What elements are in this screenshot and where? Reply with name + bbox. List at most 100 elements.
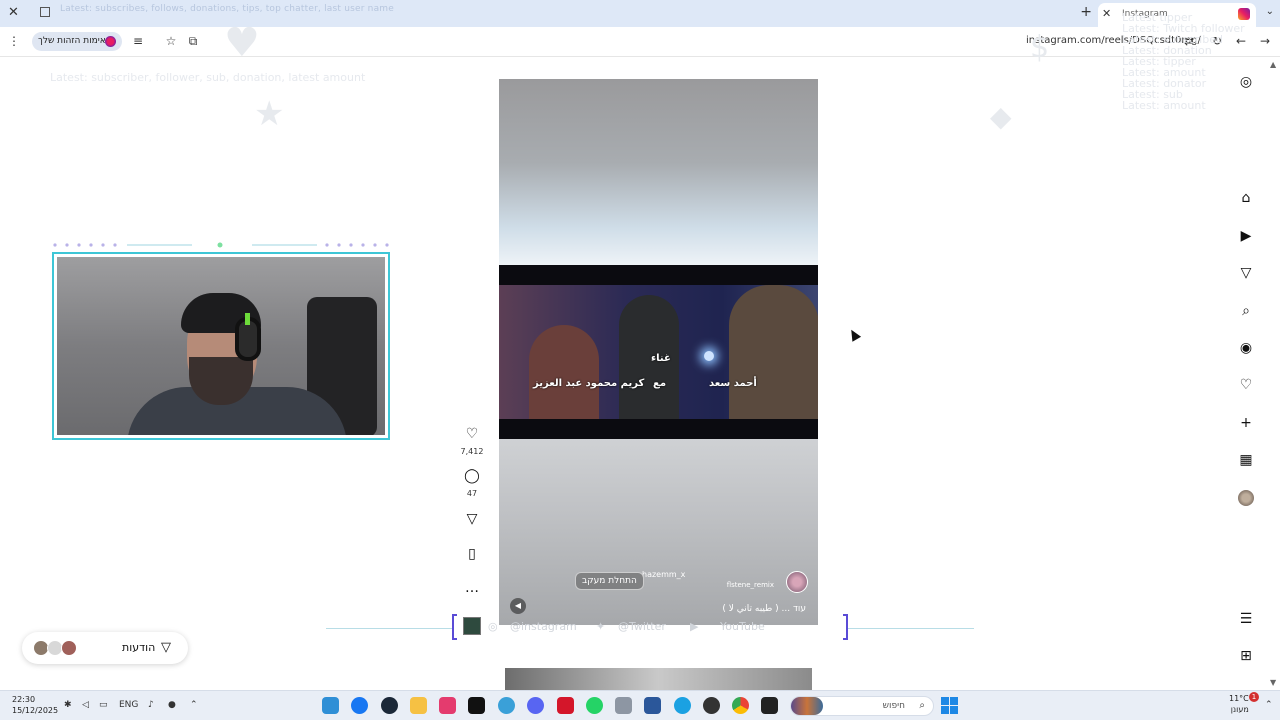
reading-list-icon[interactable]: ≡: [130, 34, 146, 48]
messages-send-icon: ▽: [161, 640, 171, 655]
weather-temperature: 11°C: [1229, 694, 1249, 703]
mouse-cursor-icon: [846, 327, 862, 342]
clock-date: 15/12/2025: [12, 706, 59, 715]
instagram-logo-icon[interactable]: ◎: [1237, 73, 1255, 91]
share-send-icon[interactable]: ▽: [462, 511, 482, 527]
reel-blur-bottom: [499, 439, 818, 625]
reel-player[interactable]: غناء مع كريم محمود عبد العزيز أحمد سعد h…: [499, 79, 818, 625]
reel-blur-top: [499, 79, 818, 265]
calculator-app-icon[interactable]: [615, 697, 632, 714]
widgets-chevron-icon[interactable]: ⌃: [1265, 700, 1273, 710]
reel-author-avatar[interactable]: [786, 571, 808, 593]
social-youtube-icon: ▶: [690, 620, 699, 633]
scroll-down-arrow-icon[interactable]: ▼: [1270, 678, 1276, 687]
sound-toggle-icon[interactable]: ◀: [510, 598, 526, 614]
subtitle-artist-right: أحمد سعد: [709, 378, 757, 389]
social-line-left: [326, 628, 452, 629]
weather-description: מעונן: [1230, 705, 1249, 714]
volume-icon[interactable]: ◁: [82, 700, 89, 710]
menu-kebab-icon[interactable]: ⋮: [6, 34, 22, 48]
tab-list-chevron-icon[interactable]: ⌄: [1266, 6, 1274, 17]
close-window-icon[interactable]: ✕: [8, 5, 19, 20]
profile-avatar[interactable]: [1238, 490, 1254, 506]
tagged-username[interactable]: hazemm_x: [642, 570, 685, 579]
overlay-latest-events: Latest: subscriber, follower, sub, donat…: [50, 71, 366, 84]
tiktok-app-icon[interactable]: [468, 697, 485, 714]
more-menu-icon[interactable]: ☰: [1237, 610, 1255, 628]
microphone-icon[interactable]: ♪: [148, 700, 154, 710]
follow-button[interactable]: התחלת מעקב: [575, 572, 644, 590]
browser-tab-bar: ✕ Latest: subscribes, follows, donations…: [0, 0, 1280, 27]
webcam-feed: [52, 252, 390, 440]
social-thumbnail: [463, 617, 481, 635]
avatar: [61, 640, 77, 656]
dashboard-icon[interactable]: ▦: [1237, 451, 1255, 469]
social-line-right: [848, 628, 974, 629]
tab-close-icon[interactable]: ✕: [1102, 7, 1111, 20]
network-icon[interactable]: ▭: [99, 700, 108, 710]
comment-count: 47: [466, 489, 478, 498]
home-icon[interactable]: ⌂: [1237, 189, 1255, 207]
more-options-icon[interactable]: …: [462, 580, 482, 596]
comment-bubble-icon[interactable]: ◯: [462, 468, 482, 484]
tab-search-icon[interactable]: [40, 7, 50, 17]
explore-compass-icon[interactable]: ◉: [1237, 339, 1255, 357]
search-icon: ⌕: [919, 700, 925, 711]
heart-deco-icon: ♥: [224, 20, 260, 66]
language-indicator[interactable]: ENG: [119, 700, 138, 710]
reels-icon[interactable]: ▶: [1237, 227, 1255, 245]
whatsapp-app-icon[interactable]: [586, 697, 603, 714]
social-bracket-right: [843, 614, 848, 640]
new-tab-button[interactable]: +: [1080, 4, 1092, 20]
reel-caption[interactable]: ( طيبه تاني لا ) ... עוד: [722, 604, 806, 614]
windows-start-icon[interactable]: [941, 697, 958, 714]
tray-overflow-chevron-icon[interactable]: ⌃: [190, 700, 198, 710]
social-instagram-handle: @instagram: [510, 620, 577, 633]
webcam-image: [57, 257, 385, 435]
taskbar-app-icon[interactable]: [498, 697, 515, 714]
facebook-app-icon[interactable]: [351, 697, 368, 714]
notifications-heart-icon[interactable]: ♡: [1237, 376, 1255, 394]
windows-taskbar: 22:30 15/12/2025 ✱ ◁ ▭ ENG ♪ ● ⌃ חיפוש ⌕…: [0, 690, 1280, 720]
next-reel-preview[interactable]: [505, 668, 812, 692]
verify-identity-button[interactable]: אימות הזהות שלך: [32, 32, 122, 51]
dollar-deco-icon: $: [1030, 30, 1050, 65]
save-bookmark-icon[interactable]: ▯: [462, 546, 482, 562]
taskbar-app-icon[interactable]: [322, 697, 339, 714]
search-icon[interactable]: ⌕: [1237, 302, 1255, 320]
steam-app-icon[interactable]: [381, 697, 398, 714]
stream-overlay-ticker: Latest: subscribes, follows, donations, …: [60, 4, 395, 14]
discord-app-icon[interactable]: [527, 697, 544, 714]
taskbar-app-icon[interactable]: [644, 697, 661, 714]
search-placeholder: חיפוש: [882, 701, 905, 711]
clock[interactable]: 22:30 15/12/2025: [12, 694, 58, 716]
direct-messages-icon[interactable]: ▽: [1237, 264, 1255, 282]
edge-app-icon[interactable]: [674, 697, 691, 714]
diamond-deco-icon: ◆: [990, 100, 1012, 133]
bluetooth-icon[interactable]: ✱: [64, 700, 72, 710]
forward-arrow-icon[interactable]: →: [1257, 34, 1273, 48]
profile-dot-icon: [105, 36, 116, 47]
webcam-frame-decoration: [53, 242, 389, 248]
create-plus-icon[interactable]: +: [1237, 414, 1255, 432]
scroll-up-arrow-icon[interactable]: ▲: [1270, 60, 1276, 69]
terminal-app-icon[interactable]: [761, 697, 778, 714]
weather-widget[interactable]: 11°C מעונן: [1229, 693, 1249, 715]
reel-author-username[interactable]: flstene_remix: [727, 581, 774, 589]
security-tray-icon[interactable]: ●: [168, 700, 176, 710]
taskbar-search-box[interactable]: חיפוש ⌕: [790, 696, 934, 716]
install-app-icon[interactable]: ⧉: [185, 34, 201, 49]
reel-video-frame[interactable]: غناء مع كريم محمود عبد العزيز أحمد سعد: [499, 265, 818, 439]
video-editor-app-icon[interactable]: [439, 697, 456, 714]
bookmark-star-icon[interactable]: ☆: [163, 34, 179, 48]
like-heart-icon[interactable]: ♡: [462, 426, 482, 442]
obs-app-icon[interactable]: [703, 697, 720, 714]
also-from-meta-icon[interactable]: ⊞: [1237, 647, 1255, 665]
acrobat-app-icon[interactable]: [557, 697, 574, 714]
messages-pill[interactable]: הודעות ▽: [22, 632, 188, 664]
social-bracket-left: [452, 614, 457, 640]
file-explorer-icon[interactable]: [410, 697, 427, 714]
like-count: 7,412: [460, 447, 484, 456]
browser-toolbar: ⋮ אימות הזהות שלך ≡ ☆ ⧉ instagram.com/re…: [0, 27, 1280, 57]
chrome-app-icon[interactable]: [732, 697, 749, 714]
